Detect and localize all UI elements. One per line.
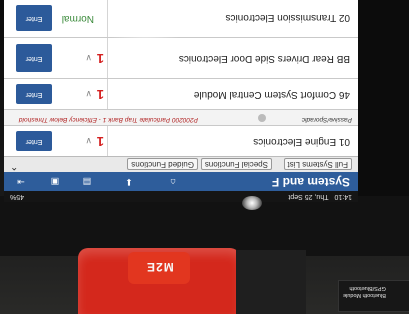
- system-name: 46 Comfort System Central Module: [193, 89, 350, 100]
- enter-button[interactable]: Enter: [16, 131, 52, 151]
- column-divider: [107, 0, 108, 37]
- system-row[interactable]: 46 Comfort System Central Module 1 ∨ Ent…: [4, 78, 358, 109]
- download-icon[interactable]: ⬇: [122, 176, 136, 188]
- sticker-line: GPS/Bluetooth: [349, 285, 386, 291]
- home-icon[interactable]: ⌂: [166, 176, 180, 188]
- system-name: 01 Engine Electronics: [253, 136, 350, 147]
- column-divider: [107, 38, 108, 78]
- tab-full-systems-list[interactable]: Full Systems List: [283, 158, 352, 170]
- collapse-arrow-icon[interactable]: ⌃: [10, 159, 18, 171]
- battery-level: 45%: [10, 193, 25, 200]
- chevron-down-icon[interactable]: ∨: [85, 52, 92, 63]
- status-bar: 14:10 Thu, 25 Sept 45%: [4, 191, 358, 202]
- dtc-info-icon[interactable]: [258, 114, 266, 122]
- system-row[interactable]: BB Rear Drivers Side Door Electronics 1 …: [4, 37, 358, 78]
- function-tabs: Full Systems List Special Functions Guid…: [4, 156, 358, 172]
- system-name: BB Rear Drivers Side Door Electronics: [178, 53, 350, 64]
- chevron-down-icon[interactable]: ∨: [85, 88, 92, 99]
- tab-guided-functions[interactable]: Guided Functions: [127, 158, 198, 170]
- photo-scene: 14:10 Thu, 25 Sept 45% System and F ⌂ ⬇ …: [0, 0, 409, 314]
- status-date: Thu, 25 Sept: [288, 193, 329, 200]
- exit-icon[interactable]: ⇥: [14, 176, 28, 188]
- dtc-code-text: P200200 Particulate Trap Bank 1 - Effici…: [18, 116, 198, 123]
- chevron-down-icon[interactable]: ∨: [85, 135, 92, 146]
- camera-glare: [242, 196, 262, 210]
- handle-cap: M2E: [128, 252, 190, 284]
- rubber-grip: [236, 250, 306, 314]
- system-row[interactable]: 01 Engine Electronics 1 ∨ Enter: [4, 125, 358, 156]
- device-logo: M2E: [146, 260, 174, 274]
- device-lower-frame: [0, 196, 409, 256]
- tab-special-functions[interactable]: Special Functions: [200, 158, 272, 170]
- system-row[interactable]: 02 Transmission Electronics Normal Enter: [4, 0, 358, 37]
- column-divider: [107, 126, 108, 156]
- diagnostic-screen: 14:10 Thu, 25 Sept 45% System and F ⌂ ⬇ …: [4, 0, 358, 202]
- fault-count: 1: [96, 87, 104, 102]
- screenshot-icon[interactable]: ▣: [48, 176, 62, 188]
- device-bezel: [352, 0, 409, 215]
- device-sticker: Bluetooth Module GPS/Bluetooth: [338, 280, 409, 312]
- column-divider: [107, 79, 108, 109]
- status-time: 14:10: [334, 193, 352, 200]
- system-status: Normal: [61, 13, 94, 24]
- fault-count: 1: [96, 51, 104, 66]
- enter-button[interactable]: Enter: [16, 84, 52, 104]
- enter-button[interactable]: Enter: [16, 5, 52, 31]
- device-handle: M2E: [78, 248, 240, 314]
- title-bar: System and F ⌂ ⬇ ▤ ▣ ⇥: [4, 171, 358, 191]
- print-icon[interactable]: ▤: [80, 176, 94, 188]
- sticker-text: Bluetooth Module GPS/Bluetooth: [343, 284, 386, 298]
- dtc-status-text: Passive/Sporadic: [301, 116, 352, 123]
- dtc-detail-row: P200200 Particulate Trap Bank 1 - Effici…: [4, 109, 358, 125]
- page-title: System and F: [271, 175, 350, 189]
- system-name: 02 Transmission Electronics: [225, 12, 351, 23]
- enter-button[interactable]: Enter: [16, 44, 52, 72]
- sticker-line: Bluetooth Module: [343, 292, 386, 298]
- fault-count: 1: [96, 134, 104, 149]
